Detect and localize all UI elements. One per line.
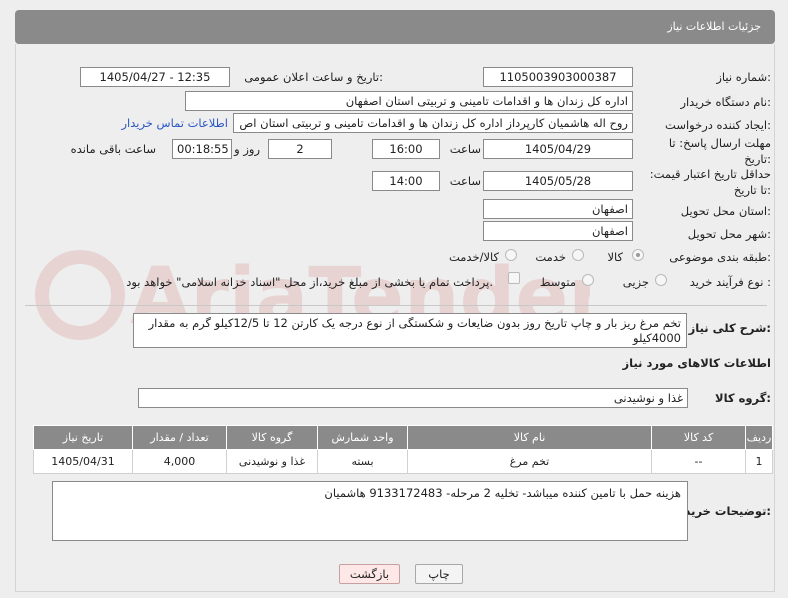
cell-unit: بسته [317,449,408,474]
cell-goods-name: تخم مرغ [407,449,652,474]
subject-radio-goods-service[interactable] [505,249,517,261]
buyer-notes-label: توضیحات خریدار: [673,504,771,518]
divider [25,305,767,306]
print-button[interactable]: چاپ [415,564,463,584]
reply-hour-label: ساعت [449,142,481,156]
buyer-notes-field: هزینه حمل با تامین کننده میباشد- تخلیه 2… [52,481,688,541]
price-date-field: 1405/05/28 [483,171,633,191]
delivery-province-field: اصفهان [483,199,633,219]
requester-label: ایجاد کننده درخواست: [665,118,771,132]
price-hour-label: ساعت [449,174,481,188]
table-header-row: ردیف کد کالا نام کالا واحد شمارش گروه کا… [33,425,773,450]
goods-info-heading: اطلاعات کالاهای مورد نیاز [622,356,771,370]
need-number-label: شماره نیاز: [716,70,771,84]
process-radio-minor[interactable] [655,274,667,286]
general-description-field: تخم مرغ ریز بار و چاپ تاریخ روز بدون ضای… [133,313,687,348]
reply-date-field: 1405/04/29 [483,139,633,159]
page-title: جزئیات اطلاعات نیاز [667,20,761,33]
requester-field: روح اله هاشمیان کارپرداز اداره کل زندان … [233,113,633,133]
payment-checkbox[interactable] [508,272,520,284]
panel-header: جزئیات اطلاعات نیاز [15,10,775,44]
subject-option-goods-service: کالا/خدمت [448,250,499,264]
buyer-org-label: نام دستگاه خریدار: [680,95,771,109]
cell-need-date: 1405/04/31 [33,449,133,474]
general-description-label: شرح کلی نیاز: [688,321,771,335]
subject-category-label: طبقه بندی موضوعی: [669,250,771,264]
subject-option-service: خدمت [535,250,566,264]
cell-row-number: 1 [745,449,773,474]
subject-radio-service[interactable] [572,249,584,261]
col-quantity: تعداد / مقدار [132,425,227,450]
need-number-field: 1105003903000387 [483,67,633,87]
table-row: 1 -- تخم مرغ بسته غذا و نوشیدنی 4,000 14… [33,449,773,474]
payment-note: پرداخت تمام یا بخشی از مبلغ خرید،از محل … [126,275,493,289]
back-button[interactable]: بازگشت [339,564,400,584]
goods-group-label: گروه کالا: [715,391,771,405]
col-unit: واحد شمارش [317,425,408,450]
reply-days-field: 2 [268,139,332,159]
process-radio-medium[interactable] [582,274,594,286]
price-validity-label: حداقل تاریخ اعتبار قیمت: تا تاریخ: [649,167,771,197]
col-need-date: تاریخ نیاز [33,425,133,450]
process-option-minor: جزیی [622,275,649,289]
cell-goods-group: غذا و نوشیدنی [226,449,318,474]
delivery-city-field: اصفهان [483,221,633,241]
price-time-field: 14:00 [372,171,440,191]
subject-radio-goods[interactable] [632,249,644,261]
announce-datetime-field: 1405/04/27 - 12:35 [80,67,230,87]
days-and-label: روز و [234,142,260,156]
col-goods-code: کد کالا [651,425,746,450]
process-option-medium: متوسط [539,275,576,289]
col-goods-name: نام کالا [407,425,652,450]
remaining-time-field: 00:18:55 [172,139,232,159]
col-row-number: ردیف [745,425,773,450]
subject-option-goods: کالا [607,250,623,264]
cell-quantity: 4,000 [132,449,227,474]
time-remaining-label: ساعت باقی مانده [70,142,156,156]
goods-group-field: غذا و نوشیدنی [138,388,688,408]
delivery-province-label: استان محل تحویل: [680,204,771,218]
col-goods-group: گروه کالا [226,425,318,450]
reply-time-field: 16:00 [372,139,440,159]
goods-table: ردیف کد کالا نام کالا واحد شمارش گروه کا… [33,425,773,474]
delivery-city-label: شهر محل تحویل: [687,227,771,241]
purchase-process-label: نوع فرآیند خرید : [689,275,771,289]
buyer-contact-link[interactable]: اطلاعات تماس خریدار [121,116,228,130]
announce-datetime-label: تاریخ و ساعت اعلان عمومی: [244,70,383,84]
reply-deadline-label: مهلت ارسال پاسخ: تا تاریخ: [668,136,771,166]
buyer-org-field: اداره کل زندان ها و اقدامات تامینی و ترب… [185,91,633,111]
cell-goods-code: -- [651,449,746,474]
